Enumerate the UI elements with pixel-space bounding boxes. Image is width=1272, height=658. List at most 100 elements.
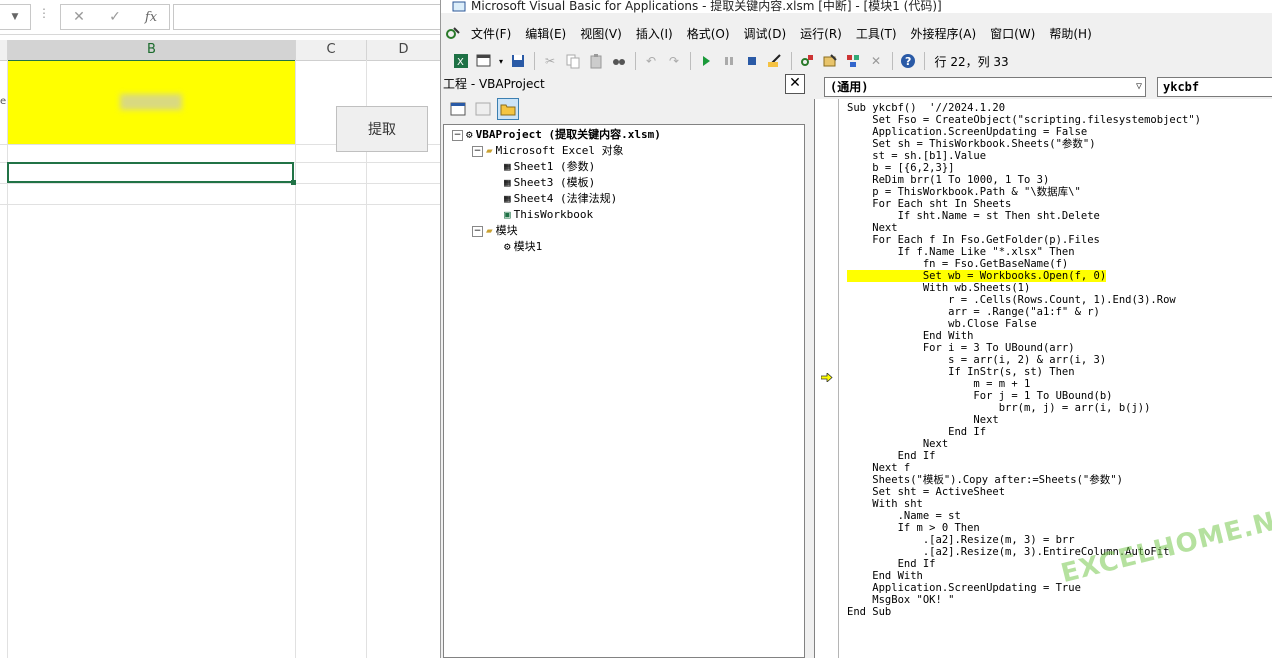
- vba-project-icon: ⚙: [466, 128, 473, 141]
- menu-format[interactable]: 格式(O): [680, 25, 737, 42]
- menu-tools[interactable]: 工具(T): [849, 25, 904, 42]
- code-text: End If: [847, 450, 936, 462]
- svg-text:X: X: [457, 57, 464, 68]
- help-icon[interactable]: ?: [898, 51, 918, 71]
- tree-label: ThisWorkbook: [513, 208, 594, 221]
- tree-node-sheet4[interactable]: ▦ Sheet4 (法律法规): [504, 192, 617, 206]
- standard-toolbar: X ▾ ✂ ↶ ↷ ✕ ? 行 22，列 33: [441, 48, 1272, 74]
- formula-input[interactable]: [173, 4, 443, 30]
- copy-icon[interactable]: [563, 51, 583, 71]
- extract-button[interactable]: 提取: [336, 106, 428, 152]
- object-browser-icon[interactable]: [843, 51, 863, 71]
- code-line: .Name = st: [847, 510, 961, 522]
- code-line: Set sh = ThisWorkbook.Sheets("参数"): [847, 138, 1095, 150]
- module-icon: ⚙: [504, 240, 511, 253]
- menu-run[interactable]: 运行(R): [793, 25, 849, 42]
- project-tree: − ⚙ VBAProject (提取关键内容.xlsm) − ▰ Microsoft…: [443, 124, 805, 658]
- code-line: r = .Cells(Rows.Count, 1).End(3).Row: [847, 294, 1176, 306]
- column-header-b[interactable]: B: [8, 40, 296, 62]
- tree-node-modules[interactable]: ▰ 模块: [486, 224, 518, 238]
- code-editor[interactable]: Sub ykcbf() '//2024.1.20 Set Fso = Creat…: [814, 99, 1272, 658]
- insert-function-icon[interactable]: fx: [139, 10, 163, 25]
- code-line: .[a2].Resize(m, 3) = brr: [847, 534, 1075, 546]
- menu-window[interactable]: 窗口(W): [983, 25, 1042, 42]
- chevron-down-icon[interactable]: ▽: [1136, 78, 1142, 96]
- code-text: End If: [847, 426, 987, 438]
- column-header-d[interactable]: D: [367, 40, 440, 61]
- menu-edit[interactable]: 编辑(E): [518, 25, 573, 42]
- properties-window-icon[interactable]: [820, 51, 840, 71]
- enter-icon[interactable]: ✓: [103, 9, 127, 25]
- code-text: End Sub: [847, 606, 892, 618]
- toolbar-separator: [634, 52, 636, 70]
- break-icon[interactable]: [719, 51, 739, 71]
- view-code-icon[interactable]: [447, 98, 469, 120]
- select-all-corner[interactable]: [0, 40, 8, 61]
- run-icon[interactable]: [696, 51, 716, 71]
- collapse-icon[interactable]: −: [472, 226, 483, 237]
- cut-icon[interactable]: ✂: [540, 51, 560, 71]
- menu-addins[interactable]: 外接程序(A): [904, 25, 984, 42]
- undo-icon[interactable]: ↶: [641, 51, 661, 71]
- view-excel-icon[interactable]: X: [451, 51, 471, 71]
- code-text: fn = Fso.GetBaseName(f): [847, 258, 1069, 270]
- folder-icon: ▰: [486, 224, 493, 237]
- find-icon[interactable]: [609, 51, 629, 71]
- vba-project-icon[interactable]: [443, 23, 463, 43]
- grid-line: [0, 183, 440, 184]
- toolbar-separator: [923, 52, 925, 70]
- menu-insert[interactable]: 插入(I): [629, 25, 680, 42]
- selected-cell[interactable]: [7, 162, 294, 183]
- column-header-c[interactable]: C: [296, 40, 367, 61]
- tree-node-excel-objects[interactable]: ▰ Microsoft Excel 对象: [486, 144, 624, 158]
- code-line: ReDim brr(1 To 1000, 1 To 3): [847, 174, 1049, 186]
- menu-help[interactable]: 帮助(H): [1042, 25, 1098, 42]
- tree-node-module1[interactable]: ⚙ 模块1: [504, 240, 542, 254]
- insert-dropdown-icon[interactable]: ▾: [497, 51, 505, 71]
- toolbox-icon[interactable]: ✕: [866, 51, 886, 71]
- save-icon[interactable]: [508, 51, 528, 71]
- tree-label: Microsoft Excel 对象: [495, 144, 624, 157]
- sheet-icon: ▦: [504, 192, 511, 205]
- code-text: r = .Cells(Rows.Count, 1).End(3).Row: [847, 294, 1176, 306]
- name-box-dropdown-icon[interactable]: ▼: [0, 4, 31, 30]
- code-line: Set sht = ActiveSheet: [847, 486, 1005, 498]
- code-text: ReDim brr(1 To 1000, 1 To 3): [847, 174, 1050, 186]
- redo-icon[interactable]: ↷: [664, 51, 684, 71]
- tree-node-vbaproject[interactable]: ⚙ VBAProject (提取关键内容.xlsm): [466, 128, 661, 142]
- cancel-icon[interactable]: ✕: [67, 9, 91, 25]
- sheet-icon: ▦: [504, 160, 511, 173]
- object-combo[interactable]: (通用) ▽: [824, 77, 1146, 97]
- project-explorer-title: 工程 - VBAProject: [443, 77, 545, 91]
- code-text: If InStr(s, st) Then: [847, 366, 1075, 378]
- code-text: p = ThisWorkbook.Path & "\数据库\": [847, 186, 1081, 198]
- formula-bar: ▼ ⋮ ✕ ✓ fx: [0, 0, 443, 35]
- insert-userform-icon[interactable]: [474, 51, 494, 71]
- project-explorer-icon[interactable]: [797, 51, 817, 71]
- toolbar-separator: [891, 52, 893, 70]
- code-text: If m > 0 Then: [847, 522, 980, 534]
- code-line: End If: [847, 426, 986, 438]
- code-line: If f.Name Like "*.xlsx" Then: [847, 246, 1075, 258]
- collapse-icon[interactable]: −: [472, 146, 483, 157]
- more-options-icon[interactable]: ⋮: [38, 6, 50, 20]
- menu-view[interactable]: 视图(V): [573, 25, 629, 42]
- tree-node-sheet1[interactable]: ▦ Sheet1 (参数): [504, 160, 595, 174]
- reset-icon[interactable]: [742, 51, 762, 71]
- code-text: Sub ykcbf() '//2024.1.20: [847, 102, 1006, 114]
- project-explorer-close-button[interactable]: ✕: [785, 74, 805, 94]
- procedure-combo[interactable]: ykcbf: [1157, 77, 1272, 97]
- design-mode-icon[interactable]: [765, 51, 785, 71]
- collapse-icon[interactable]: −: [452, 130, 463, 141]
- tree-node-sheet3[interactable]: ▦ Sheet3 (模板): [504, 176, 595, 190]
- menu-debug[interactable]: 调试(D): [737, 25, 794, 42]
- formula-buttons: ✕ ✓ fx: [60, 4, 170, 30]
- cursor-position: 行 22，列 33: [934, 54, 1009, 69]
- menu-file[interactable]: 文件(F): [464, 25, 518, 42]
- paste-icon[interactable]: [586, 51, 606, 71]
- toggle-folders-icon[interactable]: [496, 98, 519, 120]
- tree-node-thisworkbook[interactable]: ▣ ThisWorkbook: [504, 208, 593, 222]
- view-object-icon[interactable]: [472, 98, 494, 120]
- code-text: If sht.Name = st Then sht.Delete: [847, 210, 1100, 222]
- fill-handle[interactable]: [291, 180, 296, 185]
